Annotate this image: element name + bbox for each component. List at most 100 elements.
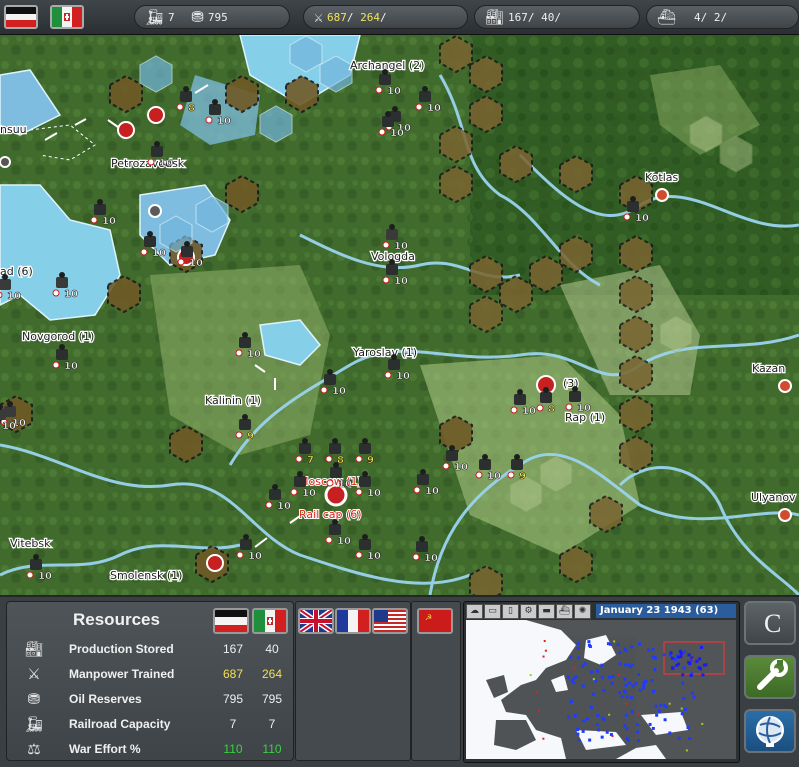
minimap-axis-unit	[681, 673, 685, 677]
unit-status-icon	[90, 216, 98, 224]
globe-icon[interactable]: ✺	[574, 604, 591, 619]
unit-strength: 10	[102, 216, 116, 227]
city-marker[interactable]	[655, 188, 669, 202]
menu-button[interactable]: C	[744, 601, 796, 645]
france-flag-button[interactable]	[335, 608, 371, 634]
minimap-axis-unit	[652, 689, 656, 693]
minimap-axis-unit	[638, 688, 642, 692]
unit-strength: 10	[425, 486, 439, 497]
soldier-icon	[144, 236, 156, 247]
minimap-axis-unit	[700, 645, 704, 649]
unit-strength: 10	[394, 276, 408, 287]
unit-status-icon	[413, 486, 421, 494]
city-label: Ulyanov	[751, 491, 796, 504]
unit-strength: 10	[487, 471, 501, 482]
minimap-axis-unit	[701, 673, 705, 677]
resource-value-italy: 40	[265, 642, 279, 656]
unit-strength: 10	[427, 103, 441, 114]
cloud-icon[interactable]: ☁	[466, 604, 483, 619]
minimap-axis-unit	[690, 691, 694, 695]
soldier-head-icon	[543, 387, 549, 393]
minimap-axis-unit	[628, 681, 632, 685]
uk-flag-button[interactable]	[298, 608, 334, 634]
oil-value: 795	[207, 11, 228, 24]
resource-value-italy: 264	[261, 667, 283, 681]
germany-flag-button[interactable]	[4, 5, 38, 29]
soldier-icon	[209, 104, 221, 115]
minimap-toolbar: ☁▭▯⚙▬⛴✺⌕	[466, 604, 596, 638]
menu-button-label: C	[764, 609, 782, 638]
city-marker[interactable]	[778, 508, 792, 522]
layers-icon[interactable]: ▭	[484, 604, 501, 619]
globe-button[interactable]	[744, 709, 796, 753]
soldier-icon	[627, 201, 639, 212]
minimap-axis-unit	[581, 684, 585, 688]
minimap-axis-unit	[624, 713, 628, 717]
minimap-axis-unit	[600, 675, 604, 679]
italy-flag-icon	[254, 610, 286, 632]
minimap-axis-unit	[631, 684, 635, 688]
gear-icon[interactable]: ⚙	[520, 604, 537, 619]
minimap-axis-unit	[682, 666, 686, 670]
europe-minimap[interactable]	[466, 620, 736, 759]
minimap-axis-unit	[651, 726, 655, 730]
soldier-icon	[386, 264, 398, 275]
minimap-axis-unit	[566, 675, 570, 679]
turn-date: January 23 1943 (63)	[596, 604, 736, 618]
unit-status-icon	[375, 86, 383, 94]
germany-column-flag[interactable]	[213, 608, 249, 634]
map-canvas[interactable]: Archangel (2) Petrozavodsk Kotlas Vologd…	[0, 35, 799, 595]
city-label: Kalinin (1)	[205, 394, 261, 407]
minimap-axis-unit	[567, 715, 571, 719]
minimap-unit	[592, 678, 595, 681]
minimap-unit	[543, 640, 546, 643]
unit-strength: 10	[7, 291, 21, 302]
tank-icon[interactable]: ▬	[538, 604, 555, 619]
city-marker[interactable]	[148, 204, 162, 218]
minimap-axis-unit	[680, 712, 684, 716]
unit-status-icon	[235, 349, 243, 357]
italy-column-flag[interactable]	[252, 608, 288, 634]
unit-status-icon	[623, 213, 631, 221]
minimap-axis-unit	[657, 709, 661, 713]
soldier-head-icon	[362, 534, 368, 540]
resource-label: Railroad Capacity	[69, 717, 171, 731]
naval-separator-a: /	[700, 11, 708, 24]
capital-marker[interactable]	[147, 106, 165, 124]
minimap-axis-unit	[648, 722, 652, 726]
resources-title: Resources	[73, 610, 160, 629]
soldier-head-icon	[59, 344, 65, 350]
unit-status-icon	[320, 386, 328, 394]
unit-status-icon	[52, 289, 60, 297]
city-marker[interactable]	[778, 379, 792, 393]
tools-button[interactable]	[744, 655, 796, 699]
capital-marker[interactable]	[117, 121, 135, 139]
minimap-unit	[542, 655, 545, 658]
city-label: Kazan	[752, 362, 785, 375]
strategic-map[interactable]: Archangel (2) Petrozavodsk Kotlas Vologd…	[0, 35, 799, 595]
capital-marker[interactable]	[206, 554, 224, 572]
ship-icon[interactable]: ⛴	[556, 604, 573, 619]
unit-status-icon	[205, 116, 213, 124]
soldier-head-icon	[272, 484, 278, 490]
minimap-axis-unit	[576, 732, 580, 736]
city-label: Smolensk (1)	[110, 569, 182, 582]
minimap-axis-unit	[651, 647, 655, 651]
minimap-unit	[544, 649, 547, 652]
unit-status-icon	[235, 431, 243, 439]
minimap-axis-unit	[634, 682, 638, 686]
germany-flag-icon	[215, 610, 247, 632]
unit-status-icon	[26, 571, 34, 579]
soldier-head-icon	[297, 471, 303, 477]
resources-panel: Resources 🏭︎ Production Stored 167 40 ⚔ …	[6, 601, 294, 761]
city-marker[interactable]	[0, 156, 11, 168]
svg-text:☭: ☭	[425, 613, 432, 622]
phone-icon[interactable]: ▯	[502, 604, 519, 619]
minimap-canvas[interactable]	[466, 620, 736, 759]
minimap-axis-unit	[597, 728, 601, 732]
ussr-flag-button[interactable]: ☭	[417, 608, 453, 634]
minimap-axis-unit	[663, 704, 667, 708]
minimap-axis-unit	[686, 726, 690, 730]
italy-flag-button[interactable]	[50, 5, 84, 29]
usa-flag-button[interactable]	[372, 608, 408, 634]
